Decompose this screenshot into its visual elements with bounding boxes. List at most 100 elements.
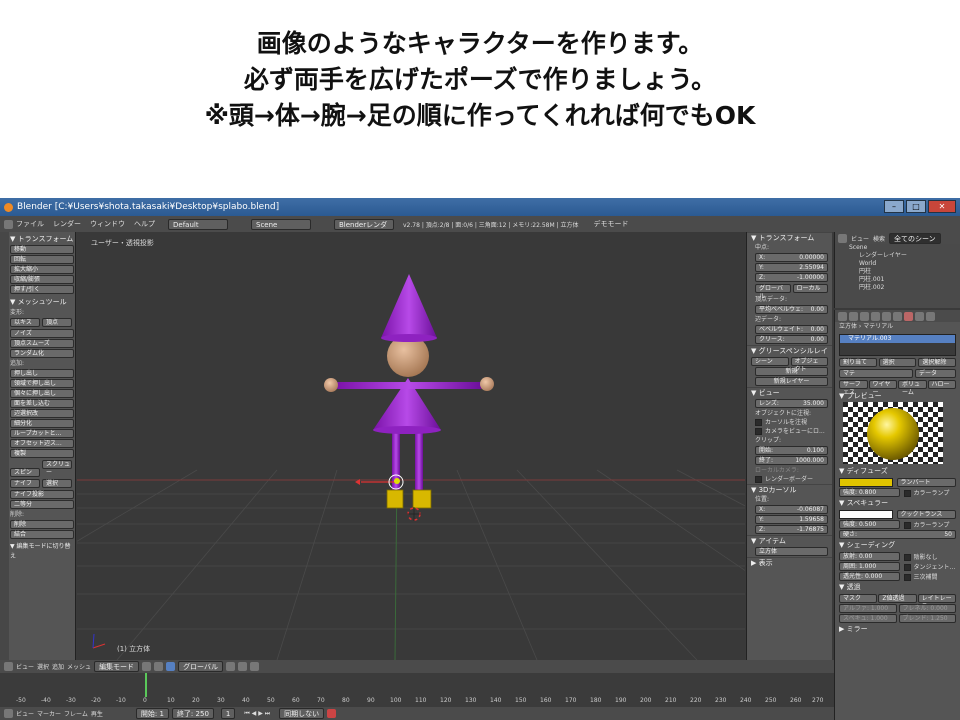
vertex-button[interactable]: 頂点	[42, 318, 72, 327]
tangent-checkbox[interactable]: タンジェント...	[903, 562, 957, 571]
gp-object-tab[interactable]: オブジェクト	[790, 357, 828, 373]
outliner-item-renderlayers[interactable]: レンダーレイヤー	[835, 252, 960, 260]
extrude-individual-button[interactable]: 個々に押し出し	[10, 389, 74, 398]
specular-ramp-checkbox[interactable]: カラーランプ	[903, 520, 957, 529]
specular-color-swatch[interactable]	[839, 510, 893, 519]
render-engine-select[interactable]: Blenderレンダー	[334, 218, 394, 239]
specular-header[interactable]: ▼ スペキュラー	[835, 498, 960, 509]
emit-field[interactable]: 放射: 0.00	[839, 552, 900, 561]
sync-select[interactable]: 同期しない	[279, 708, 325, 719]
properties-context-icons[interactable]	[835, 310, 960, 322]
median-z-field[interactable]: Z: -1.00000	[755, 273, 828, 282]
snap-icon[interactable]	[250, 662, 259, 671]
tl-view-menu[interactable]: ビュー	[16, 709, 34, 718]
toggle-editmode-header[interactable]: ▼ 編集モードに切り替え	[10, 542, 74, 560]
alpha-field[interactable]: アルファ: 1.000	[839, 604, 897, 613]
delete-button[interactable]: 削除	[10, 520, 74, 529]
loop-cut-button[interactable]: ループカットと...	[10, 429, 74, 438]
inset-faces-button[interactable]: 面を差し込む	[10, 399, 74, 408]
material-slot-list[interactable]: マテリアル.003	[839, 334, 956, 356]
tl-playback-menu[interactable]: 再生	[91, 709, 103, 718]
scene-select[interactable]: Scene	[251, 218, 311, 230]
diffuse-header[interactable]: ▼ ディフューズ	[835, 466, 960, 477]
spin-button[interactable]: スピン	[10, 468, 40, 477]
outliner-editor-icon[interactable]	[838, 233, 847, 243]
smooth-vertex-button[interactable]: 頂点スムーズ	[10, 339, 74, 348]
manipulator-icon[interactable]	[166, 662, 176, 671]
editor-type-icon[interactable]	[4, 219, 13, 229]
diffuse-shader-select[interactable]: ランバート	[896, 478, 956, 487]
material-name-field[interactable]: マテ	[839, 369, 913, 378]
crease-field[interactable]: クリース: 0.00	[755, 335, 828, 344]
layout-select[interactable]: Default	[168, 218, 228, 230]
median-x-field[interactable]: X: 0.00000	[755, 253, 828, 262]
view-menu[interactable]: ビュー	[16, 662, 34, 671]
current-frame-marker[interactable]	[145, 673, 147, 697]
playback-controls-icon[interactable]: ⏮ ◀ ▶ ⏭	[244, 710, 270, 718]
orientation-select[interactable]: グローバル	[178, 661, 223, 672]
scale-button[interactable]: 拡大縮小	[10, 265, 74, 274]
item-header[interactable]: ▼ アイテム	[747, 535, 832, 546]
clip-start-field[interactable]: 開始: 0.100	[755, 446, 828, 455]
fresnel-field[interactable]: フレネル: 0.000	[898, 604, 956, 613]
timeline-editor-icon[interactable]	[4, 709, 13, 718]
knife-button[interactable]: ナイフ	[10, 479, 40, 488]
transparency-header[interactable]: ▼ 透過	[835, 582, 960, 593]
timeline-area[interactable]: -50 -40 -30 -20 -10 0 10 20 30 40 50 60 …	[0, 673, 834, 707]
maximize-button[interactable]: □	[906, 200, 926, 213]
lock-cursor-checkbox[interactable]: カーソルを注視	[747, 418, 832, 427]
translucency-field[interactable]: 透光性: 0.000	[839, 572, 900, 581]
ambient-field[interactable]: 周囲: 1.000	[839, 562, 900, 571]
outliner-search-menu[interactable]: 検索	[873, 234, 885, 243]
end-frame-field[interactable]: 終了: 250	[171, 708, 214, 719]
outliner-item-cylinder-002[interactable]: 円柱.002	[835, 284, 960, 292]
join-button[interactable]: 結合	[10, 530, 74, 539]
outliner-display-select[interactable]: 全てのシーン	[889, 232, 941, 244]
gp-scene-tab[interactable]: シーン	[751, 357, 789, 366]
menu-file[interactable]: ファイル	[16, 219, 44, 229]
shrink-fatten-button[interactable]: 収縮/膨張	[10, 275, 74, 284]
3d-viewport[interactable]: ユーザー・透視投影 (1) 立方体	[77, 232, 745, 660]
tool-shelf-tabs[interactable]	[0, 232, 9, 660]
edge-bevel-weight-field[interactable]: ベベルウェイト: 0.00	[755, 325, 828, 334]
gp-new-button[interactable]: 新規	[755, 367, 828, 376]
local-toggle[interactable]: ローカル	[792, 284, 828, 293]
menu-render[interactable]: レンダー	[53, 219, 81, 229]
n-transform-header[interactable]: ▼ トランスフォーム	[747, 232, 832, 243]
diffuse-ramp-checkbox[interactable]: カラーランプ	[903, 488, 957, 497]
vertex-bevel-weight-field[interactable]: 平均ベベルウェ: 0.00	[755, 305, 828, 314]
specular-shader-select[interactable]: クックトランス	[896, 510, 956, 519]
select-material-button[interactable]: 選択	[878, 358, 917, 367]
layers-icon[interactable]	[226, 662, 235, 671]
clip-end-field[interactable]: 終了: 1000.000	[755, 456, 828, 465]
material-slot[interactable]: マテリアル.003	[840, 335, 955, 343]
record-icon[interactable]	[327, 709, 337, 718]
outliner-item-cylinder-001[interactable]: 円柱.001	[835, 276, 960, 284]
median-y-field[interactable]: Y: 2.55094	[755, 263, 828, 272]
noise-button[interactable]: ノイズ	[10, 329, 74, 338]
demo-mode[interactable]: デモモード	[593, 219, 628, 229]
bisect-button[interactable]: 二等分	[10, 500, 74, 509]
pivot-icon[interactable]	[154, 662, 164, 671]
minimize-button[interactable]: –	[884, 200, 904, 213]
offset-edge-button[interactable]: オフセット辺ス...	[10, 439, 74, 448]
display-header[interactable]: ▶ 表示	[747, 557, 832, 568]
hardness-field[interactable]: 硬さ: 50	[839, 530, 956, 539]
mesh-menu[interactable]: メッシュ	[67, 662, 91, 671]
randomize-button[interactable]: ランダム化	[10, 349, 74, 358]
specular-alpha-field[interactable]: スペキュ: 1.000	[839, 614, 897, 623]
mirror-header[interactable]: ▶ ミラー	[835, 624, 960, 635]
slide-button[interactable]: 以キス	[10, 318, 40, 327]
data-link-select[interactable]: データ	[915, 369, 956, 378]
rotate-button[interactable]: 回転	[10, 255, 74, 264]
transform-panel-header[interactable]: ▼ トランスフォーム	[10, 234, 74, 244]
gp-new-layer-button[interactable]: 新規レイヤー	[755, 377, 828, 386]
outliner-item-scene[interactable]: Scene	[835, 244, 960, 252]
lock-camera-checkbox[interactable]: カメラをビューにロ...	[747, 427, 832, 436]
cursor-x-field[interactable]: X: -0.06087	[755, 505, 828, 514]
wire-tab[interactable]: ワイヤー	[868, 380, 897, 396]
add-menu[interactable]: 追加	[52, 662, 64, 671]
outliner-item-cylinder[interactable]: 円柱	[835, 268, 960, 276]
tl-marker-menu[interactable]: マーカー	[37, 709, 61, 718]
lens-field[interactable]: レンズ: 35.000	[755, 399, 828, 408]
